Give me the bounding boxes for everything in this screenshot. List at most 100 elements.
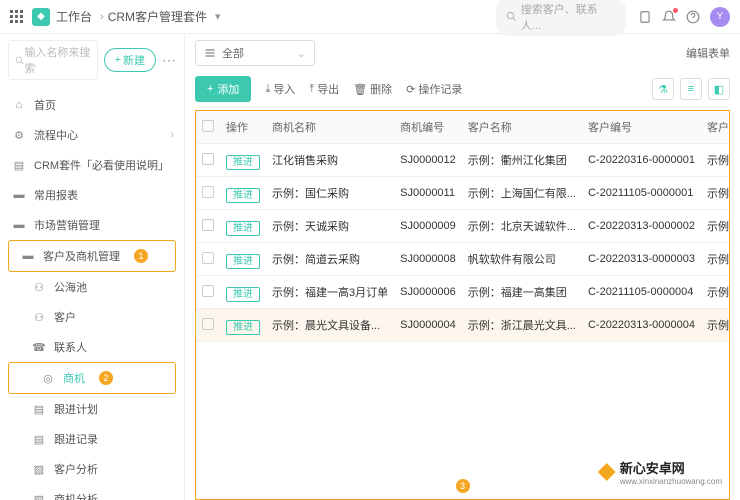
column-header[interactable]: 客户编号 [582, 111, 701, 144]
sidebar-item-10[interactable]: ▤ 跟进计划 [0, 394, 184, 424]
table-row[interactable]: 推进示例：天诚采购SJ0000009示例：北京天诚软件...C-20220313… [196, 210, 730, 243]
user-avatar[interactable]: Y [710, 7, 730, 27]
sidebar-item-0[interactable]: ⌂首页 [0, 90, 184, 120]
export-button[interactable]: ⤒导出 [309, 81, 339, 97]
sidebar-item-7[interactable]: ⚇客户 [0, 302, 184, 332]
select-all-checkbox[interactable] [202, 120, 214, 132]
annotation-badge: 1 [134, 249, 148, 263]
table-row[interactable]: 推进示例：福建一高3月订单SJ0000006示例：福建一高集团C-2021110… [196, 276, 730, 309]
sidebar-item-12[interactable]: ▨ 客户分析 [0, 454, 184, 484]
nav-label: CRM套件「必看使用说明」 [34, 157, 169, 173]
doc-icon: ▤ [12, 159, 26, 172]
sidebar-item-4[interactable]: ▬ 市场营销管理 [0, 210, 184, 240]
nav-label: 商机分析 [54, 491, 98, 500]
folder-icon: ▬ [12, 219, 26, 231]
cell-custcode: C-20220313-0000003 [582, 243, 701, 276]
column-header[interactable]: 操作 [220, 111, 266, 144]
row-checkbox[interactable] [202, 153, 214, 165]
sidebar-item-8[interactable]: ☎联系人 [0, 332, 184, 362]
nav-label: 客户分析 [54, 461, 98, 477]
notebook-icon[interactable] [638, 10, 652, 24]
cell-name: 示例：福建一高3月订单 [266, 276, 394, 309]
import-button[interactable]: ⤓导入 [265, 81, 295, 97]
row-checkbox[interactable] [202, 285, 214, 297]
advance-button[interactable]: 推进 [226, 155, 260, 170]
sidebar-item-5[interactable]: ▬ 客户及商机管理 1 [9, 241, 175, 271]
filter-button[interactable]: ⚗ [652, 78, 674, 100]
caret-down-icon[interactable]: ▾ [215, 10, 221, 23]
row-checkbox[interactable] [202, 219, 214, 231]
view-selector[interactable]: 全部 ⌄ [195, 40, 315, 66]
workspace-label[interactable]: 工作台 [56, 8, 92, 25]
watermark-icon [598, 463, 616, 481]
table-row[interactable]: 推进示例：晨光文具设备...SJ0000004示例：浙江晨光文具...C-202… [196, 309, 730, 342]
sidebar-search[interactable]: 输入名称来搜索 [8, 40, 98, 80]
apps-grid-icon[interactable] [10, 10, 24, 24]
chart-icon: ▨ [32, 463, 46, 476]
table-row[interactable]: 推进示例：简道云采购SJ0000008帆软软件有限公司C-20220313-00… [196, 243, 730, 276]
cell-code: SJ0000009 [394, 210, 462, 243]
column-header[interactable]: 商机名称 [266, 111, 394, 144]
cell-custcode: C-20211105-0000004 [582, 276, 701, 309]
sidebar-item-6[interactable]: ⚇公海池 [0, 272, 184, 302]
add-button[interactable]: +添加 [195, 76, 251, 102]
settings-button[interactable]: ◧ [708, 78, 730, 100]
suite-name[interactable]: CRM客户管理套件 [108, 8, 207, 25]
sidebar-item-9[interactable]: ◎商机2 [9, 363, 175, 393]
more-icon[interactable]: ⋯ [162, 52, 176, 69]
column-header[interactable]: 客户名称 [462, 111, 582, 144]
notification-icon[interactable] [662, 10, 676, 24]
row-checkbox[interactable] [202, 252, 214, 264]
advance-button[interactable]: 推进 [226, 254, 260, 269]
column-button[interactable]: ≡ [680, 78, 702, 100]
column-header[interactable]: 商机编号 [394, 111, 462, 144]
advance-button[interactable]: 推进 [226, 221, 260, 236]
advance-button[interactable]: 推进 [226, 188, 260, 203]
sidebar-item-11[interactable]: ▤跟进记录 [0, 424, 184, 454]
folder-icon: ▬ [12, 189, 26, 201]
list-icon: ▤ [32, 403, 46, 416]
sidebar-item-3[interactable]: ▬常用报表 [0, 180, 184, 210]
row-checkbox[interactable] [202, 186, 214, 198]
nav-label: 跟进记录 [54, 431, 98, 447]
cell-contact: 示例：王立 [701, 243, 730, 276]
view-label: 全部 [222, 45, 244, 61]
delete-button[interactable]: 🗑删除 [353, 81, 392, 97]
chevron-down-icon: ⌄ [297, 47, 306, 60]
people-icon: ⚇ [32, 311, 46, 324]
row-checkbox[interactable] [202, 318, 214, 330]
chevron-right-icon: › [170, 129, 174, 141]
edit-form-link[interactable]: 编辑表单 [686, 45, 730, 61]
sidebar-item-13[interactable]: ▨商机分析 [0, 484, 184, 500]
cell-contact: 示例：李清海 [701, 210, 730, 243]
oplog-button[interactable]: ⟳操作记录 [406, 81, 462, 97]
target-icon: ◎ [41, 372, 55, 385]
search-icon [15, 55, 24, 66]
sidebar-item-2[interactable]: ▤ CRM套件「必看使用说明」 [0, 150, 184, 180]
table-row[interactable]: 推进江化销售采购SJ0000012示例：衢州江化集团C-20220316-000… [196, 144, 730, 177]
cell-customer: 示例：北京天诚软件... [462, 210, 582, 243]
nav-label: 市场营销管理 [34, 217, 100, 233]
global-search[interactable]: 搜索客户、联系人... [496, 0, 626, 36]
nav-label: 公海池 [54, 279, 87, 295]
cell-customer: 示例：浙江晨光文具... [462, 309, 582, 342]
column-header[interactable]: 客户联系人 [701, 111, 730, 144]
watermark-sub: www.xinxinanzhuowang.com [620, 477, 722, 486]
advance-button[interactable]: 推进 [226, 287, 260, 302]
annotation-badge-3: 3 [456, 479, 470, 493]
nav-label: 客户及商机管理 [43, 248, 120, 264]
nav-label: 流程中心 [34, 127, 78, 143]
nav-label: 商机 [63, 370, 85, 386]
cell-custcode: C-20220313-0000002 [582, 210, 701, 243]
advance-button[interactable]: 推进 [226, 320, 260, 335]
cell-name: 示例：天诚采购 [266, 210, 394, 243]
data-table: 操作商机名称商机编号客户名称客户编号客户联系人 推进江化销售采购SJ000001… [196, 111, 730, 342]
sidebar-item-1[interactable]: ⚙流程中心› [0, 120, 184, 150]
nav-label: 跟进计划 [54, 401, 98, 417]
cell-customer: 示例：上海国仁有限... [462, 177, 582, 210]
new-button[interactable]: +新建 [104, 48, 156, 72]
cell-name: 示例：晨光文具设备... [266, 309, 394, 342]
table-row[interactable]: 推进示例：国仁采购SJ0000011示例：上海国仁有限...C-20211105… [196, 177, 730, 210]
folder-icon: ▬ [21, 250, 35, 262]
help-icon[interactable] [686, 10, 700, 24]
